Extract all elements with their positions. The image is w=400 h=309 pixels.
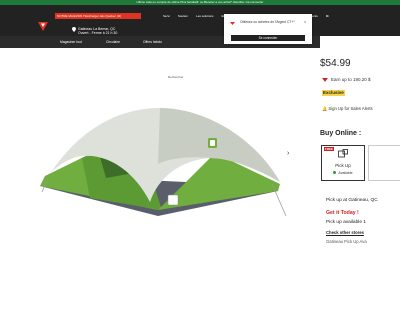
check-other-stores-link[interactable]: Check other stores bbox=[326, 230, 364, 235]
top-link[interactable]: Servi bbox=[163, 14, 170, 18]
delivery-option-card[interactable] bbox=[368, 145, 400, 181]
top-link[interactable]: Les solutions bbox=[196, 14, 214, 18]
store-location[interactable]: Gatineau La Bemar, QC Ouvert - Ferme à 2… bbox=[78, 27, 117, 35]
sales-alert-text: Sign Up for Sales Alerts bbox=[328, 106, 373, 111]
pickup-location: Pick up at Gatineau, QC bbox=[326, 198, 378, 203]
signin-button[interactable]: Se connecter bbox=[231, 35, 305, 41]
close-icon[interactable]: × bbox=[304, 19, 306, 24]
chevron-right-icon[interactable]: › bbox=[287, 150, 289, 157]
search-input[interactable]: Rechercher bbox=[166, 73, 214, 82]
bell-icon: 🔔 bbox=[322, 106, 328, 111]
promo-text: Ultimo toda ou compte de ultime Plus fac… bbox=[136, 0, 264, 4]
pickup-availability: Pick up available 1 bbox=[326, 220, 366, 225]
buy-online-heading: Buy Online : bbox=[320, 130, 362, 137]
get-it-today: Get it Today ! bbox=[326, 210, 359, 216]
store-pickup-icon bbox=[338, 149, 348, 158]
store-pickup-line: Gatineau Pick Up Ava bbox=[326, 239, 367, 244]
earn-text[interactable]: Earn up to 190.20 $ bbox=[331, 77, 371, 82]
product-price: $54.99 bbox=[320, 58, 351, 69]
signin-popup: Obtenez ou achetez de l'Argent CT+* × Se… bbox=[224, 14, 312, 44]
exclusive-badge: Exclusive bbox=[322, 90, 345, 96]
pickup-option-card[interactable]: FREE Pick Up Available bbox=[321, 145, 365, 181]
popup-message: Obtenez ou achetez de l'Argent CT+* bbox=[240, 20, 295, 24]
sales-alert-link[interactable]: 🔔 Sign Up for Sales Alerts bbox=[322, 106, 373, 112]
triangle-logo-icon bbox=[322, 77, 328, 82]
availability-status: Available bbox=[322, 171, 364, 175]
free-badge: FREE bbox=[324, 147, 335, 151]
store-badge[interactable]: NOTRE MAGASIN Télécharger dès Quebec (M) bbox=[55, 13, 141, 19]
nav-flyer[interactable]: Circulaire bbox=[106, 40, 120, 44]
product-image-tent[interactable] bbox=[40, 98, 290, 223]
pickup-label: Pick Up bbox=[335, 163, 351, 168]
nav-weekly-deals[interactable]: Offres hebdo bbox=[143, 40, 162, 44]
nav-shop-all[interactable]: Magasiner tout bbox=[60, 40, 82, 44]
site-header: NOTRE MAGASIN Télécharger dès Quebec (M)… bbox=[0, 5, 400, 36]
search-placeholder: Rechercher bbox=[168, 75, 184, 79]
earn-rewards: Earn up to 190.20 $ bbox=[322, 77, 371, 82]
triangle-logo-icon bbox=[230, 22, 235, 25]
store-hours: Ouvert - Ferme à 21 h 30 bbox=[78, 31, 118, 35]
top-link[interactable]: Mi bbox=[326, 14, 329, 18]
location-pin-icon bbox=[72, 27, 76, 32]
top-link[interactable]: Soutien bbox=[178, 14, 188, 18]
canadian-tire-logo-icon[interactable] bbox=[38, 22, 48, 31]
available-dot-icon bbox=[333, 171, 337, 174]
